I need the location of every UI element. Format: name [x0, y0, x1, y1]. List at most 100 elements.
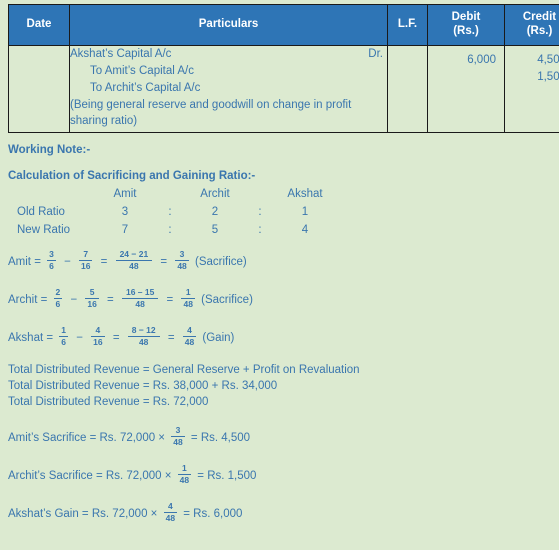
working-notes-section: Working Note:- Calculation of Sacrificin… — [8, 144, 553, 537]
equation-label: Akshat = — [8, 332, 54, 344]
ratio-row-old: Old Ratio 3 : 2 : 1 — [8, 203, 335, 221]
fraction-numerator: 16 – 15 — [125, 287, 155, 298]
column-header-lf: L.F. — [387, 4, 428, 46]
entry-account-name: To Amit’s Capital A/c — [90, 64, 194, 77]
cell-debit-amounts: 6,000 — [427, 44, 505, 133]
equation-result-label: (Sacrifice) — [201, 294, 253, 306]
dr-marker: Dr. — [368, 47, 383, 60]
cell-lf — [387, 44, 428, 133]
new-ratio-value-1: 7 — [121, 224, 129, 236]
share-equation-prefix: Archit’s Sacrifice = Rs. 72,000 × — [8, 470, 172, 482]
share-equation-prefix: Amit’s Sacrifice = Rs. 72,000 × — [8, 432, 166, 444]
share-equation-prefix: Akshat’s Gain = Rs. 72,000 × — [8, 508, 158, 520]
entry-account-name: Akshat’s Capital A/c — [70, 47, 172, 60]
total-revenue-block: Total Distributed Revenue = General Rese… — [8, 362, 553, 410]
share-equation-suffix: = Rs. 6,000 — [183, 508, 243, 520]
equation-label: Amit = — [8, 256, 41, 268]
fraction-difference: 8 − 12 48 — [127, 325, 160, 347]
column-header-debit-main: Debit — [451, 11, 481, 23]
old-ratio-value-2: 2 — [211, 206, 219, 218]
fraction-numerator: 1 — [61, 325, 67, 336]
fraction-share: 1 48 — [177, 463, 192, 486]
fraction-denominator: 48 — [171, 436, 185, 448]
column-header-credit-main: Credit — [522, 11, 557, 23]
fraction-new-share: 4 16 — [91, 325, 105, 348]
ratio-separator — [245, 185, 275, 203]
fraction-denominator: 48 — [127, 336, 160, 347]
fraction-share: 3 48 — [171, 425, 185, 448]
debit-amount-1: 6,000 — [467, 53, 496, 66]
fraction-denominator: 16 — [85, 298, 99, 310]
share-equation-akshat: Akshat’s Gain = Rs. 72,000 × 4 48 = Rs. … — [8, 499, 553, 529]
journal-table-body: Akshat’s Capital A/c Dr. To Amit’s Capit… — [8, 44, 559, 133]
fraction-denominator: 48 — [182, 336, 197, 348]
credit-amount-2: 4,500 — [537, 53, 559, 66]
fraction-denominator: 48 — [175, 260, 189, 272]
ratio-separator: : — [168, 224, 172, 236]
old-ratio-value-3: 1 — [301, 206, 309, 218]
fraction-denominator: 6 — [59, 336, 69, 348]
fraction-numerator: 4 — [95, 325, 101, 336]
fraction-old-share: 3 6 — [47, 250, 56, 271]
fraction-denominator: 48 — [177, 474, 192, 486]
total-revenue-line-1: Total Distributed Revenue = General Rese… — [8, 364, 360, 376]
fraction-numerator: 3 — [49, 249, 54, 260]
total-revenue-line-2: Total Distributed Revenue = Rs. 38,000 +… — [8, 380, 278, 392]
operator-minus: − — [64, 256, 71, 268]
ratio-row-label: Old Ratio — [17, 206, 65, 218]
gain-equation-akshat: Akshat = 1 6 − 4 16 = 8 − 12 48 = 4 48 (… — [8, 323, 553, 353]
equation-result-label: (Gain) — [202, 332, 235, 344]
entry-line-credit-account-2: To Archit’s Capital A/c — [70, 80, 387, 97]
ratio-header-row: Amit Archit Akshat — [8, 185, 335, 203]
share-equation-suffix: = Rs. 1,500 — [197, 470, 257, 482]
fraction-old-share: 1 6 — [59, 325, 69, 348]
ratio-separator — [155, 185, 185, 203]
ratio-partner-name-3: Akshat — [287, 188, 323, 200]
old-ratio-value-1: 3 — [121, 206, 129, 218]
column-header-debit-unit: (Rs.) — [453, 25, 479, 38]
fraction-result: 4 48 — [182, 325, 197, 348]
cell-date — [8, 44, 70, 133]
working-note-heading: Working Note:- — [8, 144, 91, 156]
new-ratio-value-2: 5 — [211, 224, 219, 236]
ratio-partner-name-1: Amit — [113, 188, 137, 200]
operator-equals: = — [100, 256, 108, 268]
fraction-denominator: 16 — [91, 336, 105, 348]
cell-credit-amounts: 4,500 1,500 — [504, 44, 559, 133]
fraction-difference: 24 − 21 48 — [115, 249, 153, 271]
equation-label: Archit = — [8, 294, 48, 306]
column-header-credit: Credit (Rs.) — [504, 4, 559, 46]
fraction-numerator: 24 − 21 — [119, 249, 149, 260]
equation-result-label: (Sacrifice) — [194, 256, 247, 268]
fraction-numerator: 2 — [55, 287, 61, 298]
fraction-denominator: 6 — [53, 298, 63, 310]
fraction-result: 1 48 — [181, 288, 195, 309]
fraction-denominator: 48 — [115, 260, 153, 271]
operator-equals: = — [160, 256, 168, 268]
fraction-numerator: 1 — [181, 463, 187, 474]
fraction-numerator: 7 — [83, 249, 89, 260]
sacrifice-equation-amit: Amit = 3 6 − 7 16 = 24 − 21 48 = 3 48 (S… — [8, 247, 553, 277]
column-header-credit-unit: (Rs.) — [526, 25, 553, 38]
journal-entry-table: Date Particulars L.F. Debit (Rs.) Credit… — [8, 4, 559, 133]
operator-equals: = — [107, 294, 114, 306]
column-header-debit: Debit (Rs.) — [427, 4, 505, 46]
share-equation-archit: Archit’s Sacrifice = Rs. 72,000 × 1 48 =… — [8, 461, 553, 491]
fraction-numerator: 5 — [89, 287, 95, 298]
entry-line-debit-account: Akshat’s Capital A/c Dr. — [70, 46, 387, 63]
fraction-denominator: 6 — [47, 260, 56, 272]
sacrifice-equation-archit: Archit = 2 6 − 5 16 = 16 – 15 48 = 1 48 … — [8, 285, 553, 315]
entry-line-credit-account-1: To Amit’s Capital A/c — [70, 63, 387, 80]
fraction-result: 3 48 — [175, 250, 189, 272]
ratio-separator: : — [258, 224, 262, 236]
ratio-row-label: New Ratio — [17, 224, 71, 236]
credit-amount-3: 1,500 — [537, 70, 559, 83]
fraction-numerator: 4 — [187, 325, 192, 336]
journal-table-header: Date Particulars L.F. Debit (Rs.) Credit… — [8, 4, 559, 46]
fraction-numerator: 8 − 12 — [131, 325, 156, 336]
ratio-row-label — [8, 185, 95, 203]
fraction-new-share: 5 16 — [85, 287, 99, 310]
column-header-particulars: Particulars — [69, 4, 388, 46]
fraction-numerator: 3 — [175, 425, 181, 436]
